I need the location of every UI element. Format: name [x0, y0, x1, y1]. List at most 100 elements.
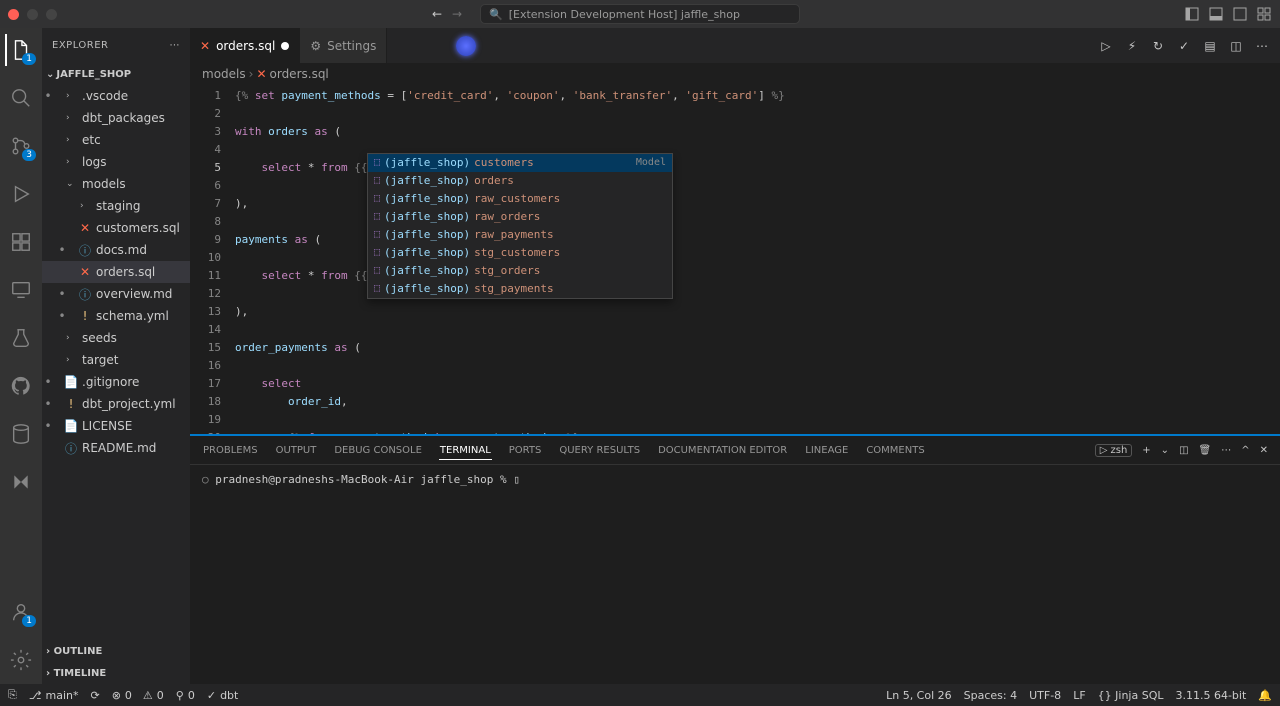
refresh-icon[interactable]: ↻ [1150, 38, 1166, 54]
cursor-position[interactable]: Ln 5, Col 26 [886, 689, 952, 702]
close-panel-icon[interactable]: ✕ [1260, 445, 1268, 456]
code-line[interactable]: ), [235, 303, 1280, 321]
project-section-header[interactable]: ⌄ JAFFLE_SHOP [42, 63, 190, 85]
preview-icon[interactable]: ▤ [1202, 38, 1218, 54]
tree-item-orders.sql[interactable]: ✕ orders.sql [42, 261, 190, 283]
panel-tab-ports[interactable]: PORTS [508, 445, 543, 456]
database-icon[interactable] [5, 418, 37, 450]
panel-tab-lineage[interactable]: LINEAGE [804, 445, 849, 456]
maximize-window-icon[interactable] [46, 9, 57, 20]
panel-tab-comments[interactable]: COMMENTS [865, 445, 925, 456]
panel-tab-query-results[interactable]: QUERY RESULTS [558, 445, 641, 456]
close-window-icon[interactable] [8, 9, 19, 20]
tree-item-etc[interactable]: › etc [42, 129, 190, 151]
tree-item-customers.sql[interactable]: ✕ customers.sql [42, 217, 190, 239]
code-line[interactable] [235, 105, 1280, 123]
extensions-icon[interactable] [5, 226, 37, 258]
customize-layout-icon[interactable] [1256, 6, 1272, 22]
maximize-panel-icon[interactable]: ^ [1241, 445, 1249, 456]
accounts-icon[interactable]: 1 [5, 596, 37, 628]
ports-status[interactable]: ⚲ 0 [176, 689, 195, 702]
breadcrumb-item[interactable]: models [202, 67, 246, 81]
code-line[interactable]: order_payments as ( [235, 339, 1280, 357]
tree-item-LICENSE[interactable]: • 📄 LICENSEM [42, 415, 190, 437]
tab-settings[interactable]: ⚙ Settings [300, 28, 387, 63]
code-line[interactable] [235, 321, 1280, 339]
sync-status[interactable]: ⟳ [90, 689, 99, 702]
tree-item-dbt_project.yml[interactable]: • ! dbt_project.ymlM [42, 393, 190, 415]
tree-item-docs.md[interactable]: • ⓘ docs.md [42, 239, 190, 261]
testing-icon[interactable] [5, 322, 37, 354]
code-line[interactable]: order_id, [235, 393, 1280, 411]
terminal-shell-picker[interactable]: ▷ zsh [1095, 444, 1133, 457]
code-content[interactable]: {% set payment_methods = ['credit_card',… [235, 85, 1280, 434]
language-mode[interactable]: {} Jinja SQL [1098, 689, 1164, 702]
suggest-item[interactable]: ⬚ (jaffle_shop) orders [368, 172, 672, 190]
tree-item-schema.yml[interactable]: • ! schema.yml [42, 305, 190, 327]
tree-item-logs[interactable]: › logs [42, 151, 190, 173]
sidebar-more-icon[interactable]: ⋯ [170, 40, 181, 51]
tree-item-seeds[interactable]: › seeds [42, 327, 190, 349]
tree-item-dbt_packages[interactable]: › dbt_packages [42, 107, 190, 129]
command-center[interactable]: 🔍 [Extension Development Host] jaffle_sh… [480, 4, 800, 24]
code-line[interactable]: select [235, 375, 1280, 393]
suggest-item[interactable]: ⬚ (jaffle_shop) stg_payments [368, 280, 672, 298]
suggest-widget[interactable]: ⬚ (jaffle_shop) customers Model ⬚ (jaffl… [367, 153, 673, 299]
notifications-icon[interactable]: 🔔 [1258, 689, 1272, 702]
code-line[interactable]: {% for payment_method in payment_methods… [235, 429, 1280, 434]
terminal-dropdown-icon[interactable]: ⌄ [1161, 445, 1169, 456]
code-editor[interactable]: 1234567891011121314151617181920212223242… [190, 85, 1280, 434]
explorer-icon[interactable]: 1 [5, 34, 37, 66]
python-interpreter[interactable]: 3.11.5 64-bit [1175, 689, 1246, 702]
remote-status[interactable]: ⎘ [8, 688, 17, 702]
tree-item-models[interactable]: ⌄ models [42, 173, 190, 195]
tree-item-.vscode[interactable]: • › .vscodeM [42, 85, 190, 107]
tab-orders-sql[interactable]: ✕ orders.sql [190, 28, 300, 63]
layout-secondary-icon[interactable] [1232, 6, 1248, 22]
minimize-window-icon[interactable] [27, 9, 38, 20]
outline-section[interactable]: › OUTLINE [42, 640, 190, 662]
suggest-item[interactable]: ⬚ (jaffle_shop) raw_customers [368, 190, 672, 208]
panel-tab-debug-console[interactable]: DEBUG CONSOLE [333, 445, 423, 456]
suggest-item[interactable]: ⬚ (jaffle_shop) raw_orders [368, 208, 672, 226]
kill-terminal-icon[interactable]: 🗑 [1199, 445, 1212, 456]
timeline-section[interactable]: › TIMELINE [42, 662, 190, 684]
eol-status[interactable]: LF [1073, 689, 1085, 702]
nav-back-icon[interactable]: ← [427, 7, 447, 21]
layout-panel-icon[interactable] [1208, 6, 1224, 22]
terminal-content[interactable]: ○ pradnesh@pradneshs-MacBook-Air jaffle_… [190, 465, 1280, 684]
tree-item-target[interactable]: › target [42, 349, 190, 371]
panel-tab-problems[interactable]: PROBLEMS [202, 445, 259, 456]
suggest-item[interactable]: ⬚ (jaffle_shop) raw_payments [368, 226, 672, 244]
github-icon[interactable] [5, 370, 37, 402]
nav-forward-icon[interactable]: → [447, 7, 467, 21]
code-line[interactable] [235, 411, 1280, 429]
check-icon[interactable]: ✓ [1176, 38, 1192, 54]
code-line[interactable] [235, 357, 1280, 375]
split-editor-icon[interactable]: ◫ [1228, 38, 1244, 54]
compile-icon[interactable]: ⚡ [1124, 38, 1140, 54]
encoding-status[interactable]: UTF-8 [1029, 689, 1061, 702]
remote-explorer-icon[interactable] [5, 274, 37, 306]
code-line[interactable]: {% set payment_methods = ['credit_card',… [235, 87, 1280, 105]
branch-status[interactable]: ⎇ main* [29, 689, 79, 702]
search-icon[interactable] [5, 82, 37, 114]
breadcrumb-item[interactable]: orders.sql [270, 67, 329, 81]
new-terminal-icon[interactable]: + [1142, 445, 1150, 456]
panel-tab-terminal[interactable]: TERMINAL [439, 445, 492, 460]
panel-tab-documentation-editor[interactable]: DOCUMENTATION EDITOR [657, 445, 788, 456]
more-actions-icon[interactable]: ⋯ [1254, 38, 1270, 54]
suggest-item[interactable]: ⬚ (jaffle_shop) stg_customers [368, 244, 672, 262]
tree-item-overview.md[interactable]: • ⓘ overview.md [42, 283, 190, 305]
panel-tab-output[interactable]: OUTPUT [275, 445, 318, 456]
tree-item-.gitignore[interactable]: • 📄 .gitignoreM [42, 371, 190, 393]
suggest-item[interactable]: ⬚ (jaffle_shop) customers Model [368, 154, 672, 172]
indentation-status[interactable]: Spaces: 4 [964, 689, 1017, 702]
suggest-item[interactable]: ⬚ (jaffle_shop) stg_orders [368, 262, 672, 280]
layout-primary-icon[interactable] [1184, 6, 1200, 22]
dbt-status[interactable]: ✓ dbt [207, 689, 239, 702]
manage-icon[interactable] [5, 644, 37, 676]
problems-status[interactable]: ⊗ 0 ⚠ 0 [112, 689, 164, 702]
dbt-icon[interactable] [5, 466, 37, 498]
source-control-icon[interactable]: 3 [5, 130, 37, 162]
